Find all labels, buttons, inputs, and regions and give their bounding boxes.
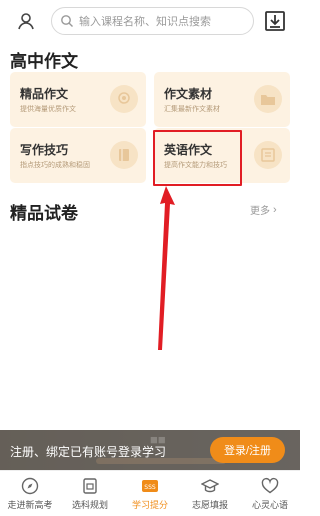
tab-subject-planning[interactable]: 选科规划 [60, 471, 120, 516]
medal-icon [110, 85, 138, 113]
graduation-cap-icon [201, 479, 219, 493]
folder-icon [254, 85, 282, 113]
card-subtitle: 提供海量优质作文 [20, 106, 76, 113]
banner-message: 注册、绑定已有账号登录学习 [10, 445, 167, 459]
card-subtitle: 汇集最新作文素材 [164, 106, 220, 113]
card-title: 作文素材 [164, 87, 213, 101]
search-placeholder: 输入课程名称、知识点搜索 [79, 16, 211, 28]
card-essay-material[interactable]: 作文素材 汇集最新作文素材 [154, 72, 290, 127]
highlight-box [153, 130, 242, 186]
card-title: 精品作文 [20, 87, 69, 101]
more-link[interactable]: 更多 › [250, 202, 277, 218]
document-icon [83, 478, 97, 494]
study-icon: SSS [142, 480, 158, 492]
search-icon [61, 15, 73, 27]
login-banner: ■■ 注册、绑定已有账号登录学习 登录/注册 [0, 430, 300, 470]
tab-heart-talk[interactable]: 心灵心语 [240, 471, 300, 516]
top-bar: 输入课程名称、知识点搜索 [0, 0, 300, 42]
card-subtitle: 指点技巧的成熟和稳固 [20, 162, 90, 169]
search-input[interactable]: 输入课程名称、知识点搜索 [51, 7, 254, 35]
more-label: 更多 [250, 206, 270, 217]
tab-study-improve[interactable]: SSS 学习提分 [120, 471, 180, 516]
card-featured-essay[interactable]: 精品作文 提供海量优质作文 [10, 72, 146, 127]
tab-application[interactable]: 志愿填报 [180, 471, 240, 516]
tab-label: 选科规划 [71, 500, 108, 510]
compass-icon [21, 477, 39, 495]
tab-label: 心灵心语 [251, 500, 288, 510]
card-title: 写作技巧 [20, 143, 69, 157]
bottom-tab-bar: 走进新高考 选科规划 SSS 学习提分 志愿填报 心灵心语 [0, 470, 300, 516]
tab-new-gaokao[interactable]: 走进新高考 [0, 471, 60, 516]
tab-label: 学习提分 [131, 500, 168, 510]
tab-label: 志愿填报 [191, 500, 228, 510]
tab-label: 走进新高考 [7, 500, 53, 510]
user-icon[interactable] [16, 11, 36, 31]
book-icon [110, 141, 138, 169]
card-writing-skills[interactable]: 写作技巧 指点技巧的成熟和稳固 [10, 128, 146, 183]
heart-icon [261, 477, 279, 494]
section-title-papers: 精品试卷 [10, 204, 78, 223]
download-icon[interactable] [264, 10, 286, 32]
chevron-right-icon: › [273, 203, 277, 216]
section-title-essay: 高中作文 [10, 52, 78, 71]
svg-text:SSS: SSS [144, 484, 156, 491]
login-register-button[interactable]: 登录/注册 [210, 437, 285, 463]
english-doc-icon [254, 141, 282, 169]
